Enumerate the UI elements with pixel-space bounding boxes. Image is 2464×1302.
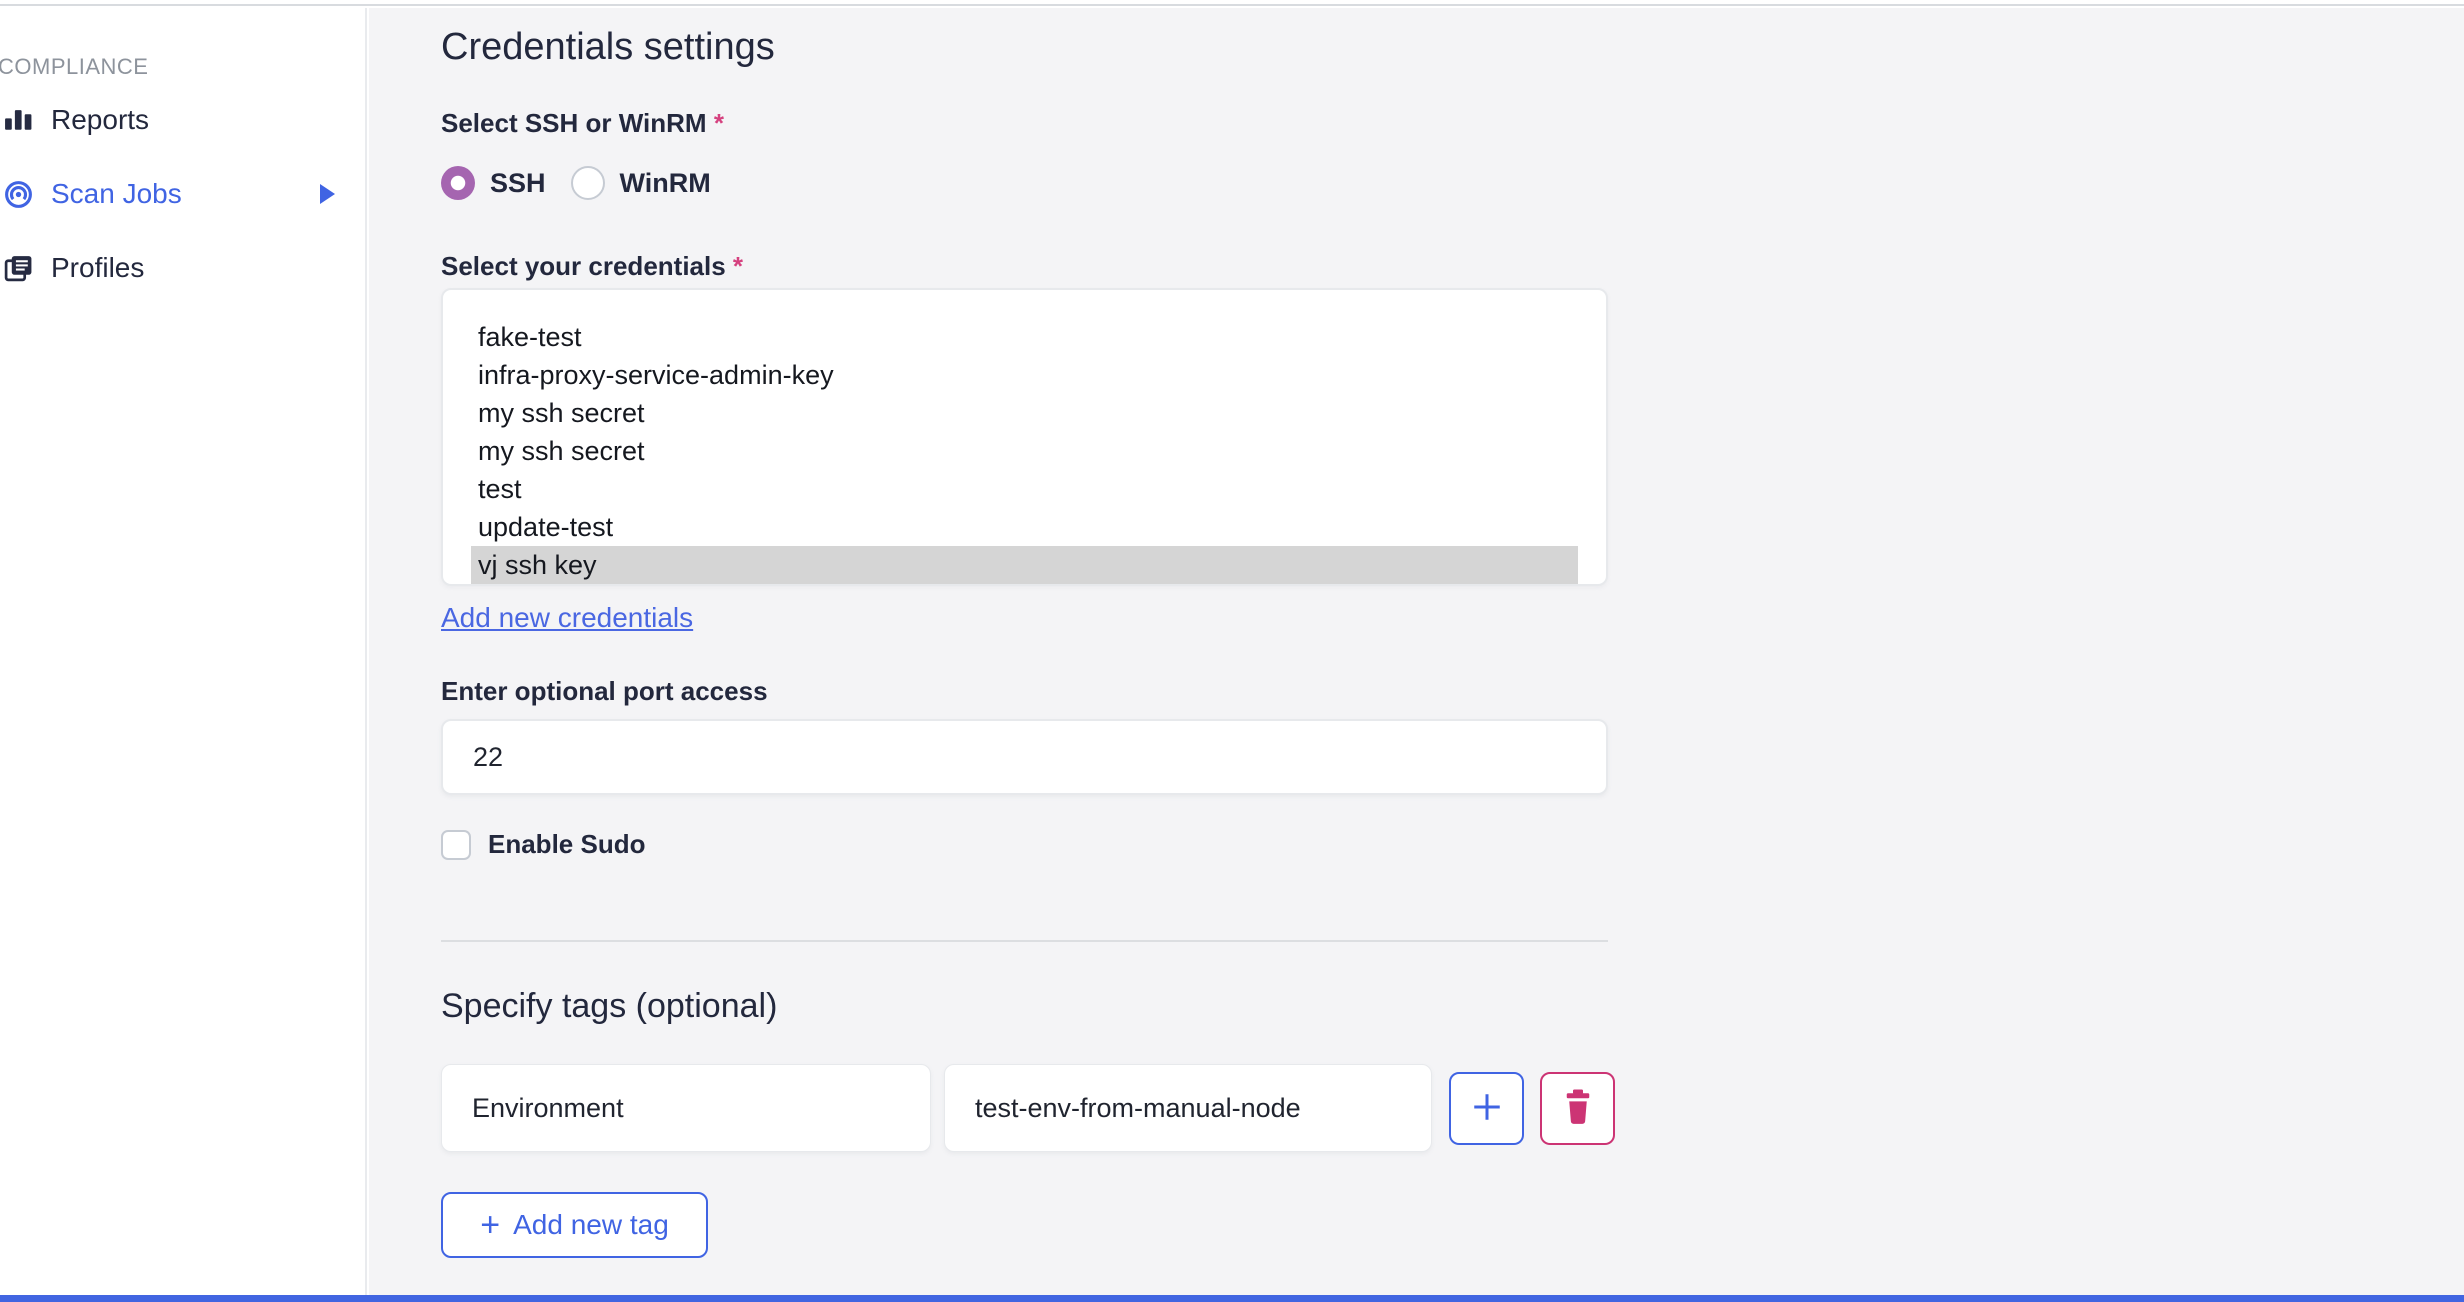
- ssh-radio-label[interactable]: SSH: [490, 168, 546, 199]
- bar-chart-icon: [3, 105, 34, 136]
- main-content: Credentials settings Select SSH or WinRM…: [369, 8, 2464, 1295]
- sidebar-item-label: Reports: [51, 104, 150, 135]
- port-label: Enter optional port access: [441, 676, 768, 706]
- credential-option[interactable]: vj ssh key: [471, 546, 1578, 584]
- credential-option[interactable]: fake-test: [443, 318, 1606, 356]
- plus-icon: +: [480, 1206, 501, 1244]
- trash-icon: [1563, 1089, 1593, 1128]
- plus-icon: [1469, 1089, 1505, 1128]
- tag-row: [441, 1064, 2464, 1152]
- required-marker: *: [713, 108, 724, 138]
- add-new-tag-label: Add new tag: [513, 1209, 669, 1240]
- sidebar: COMPLIANCE Reports Scan Jobs Profiles: [0, 8, 367, 1295]
- page: COMPLIANCE Reports Scan Jobs Profiles Cr…: [0, 0, 2464, 1302]
- protocol-label: Select SSH or WinRM *: [441, 108, 724, 138]
- sidebar-nav: Reports Scan Jobs Profiles: [0, 83, 365, 305]
- delete-tag-row-button[interactable]: [1540, 1071, 1615, 1145]
- submenu-arrow-icon[interactable]: [320, 184, 335, 204]
- add-new-credentials-link[interactable]: Add new credentials: [441, 602, 693, 634]
- credential-option[interactable]: update-test: [443, 508, 1606, 546]
- credential-option[interactable]: my ssh secret: [443, 394, 1606, 432]
- required-marker: *: [732, 251, 744, 281]
- credential-option[interactable]: infra-proxy-service-admin-key: [443, 356, 1606, 394]
- port-input[interactable]: [441, 719, 1608, 795]
- sidebar-item-reports[interactable]: Reports: [0, 83, 365, 157]
- enable-sudo-checkbox[interactable]: [441, 829, 471, 860]
- winrm-radio-label[interactable]: WinRM: [620, 168, 711, 199]
- winrm-radio[interactable]: [570, 166, 605, 200]
- credentials-listbox[interactable]: fake-test infra-proxy-service-admin-key my…: [441, 288, 1608, 586]
- sudo-row: Enable Sudo: [441, 829, 2464, 860]
- section-divider: [441, 940, 1608, 942]
- ssh-radio[interactable]: [441, 166, 475, 200]
- sidebar-item-profiles[interactable]: Profiles: [0, 231, 365, 305]
- radar-icon: [3, 179, 34, 210]
- page-title: Credentials settings: [441, 26, 775, 68]
- documents-icon: [3, 253, 34, 284]
- sidebar-item-label: Profiles: [51, 252, 145, 283]
- credentials-label: Select your credentials *: [441, 251, 744, 281]
- bottom-accent-bar: [0, 1295, 2464, 1302]
- protocol-radio-group: SSH WinRM: [441, 165, 2464, 201]
- sidebar-item-label: Scan Jobs: [51, 178, 182, 209]
- top-nav-border: [0, 0, 2464, 6]
- add-new-tag-button[interactable]: + Add new tag: [441, 1192, 708, 1258]
- credential-option[interactable]: my ssh secret: [443, 432, 1606, 470]
- add-tag-row-button[interactable]: [1449, 1071, 1524, 1145]
- sidebar-section-label: COMPLIANCE: [0, 54, 149, 79]
- credential-option[interactable]: test: [443, 470, 1606, 508]
- tag-key-input[interactable]: [441, 1064, 931, 1152]
- tags-section-title: Specify tags (optional): [441, 987, 778, 1025]
- tag-value-input[interactable]: [944, 1064, 1432, 1152]
- sidebar-item-scan-jobs[interactable]: Scan Jobs: [0, 157, 365, 231]
- enable-sudo-label[interactable]: Enable Sudo: [488, 829, 645, 860]
